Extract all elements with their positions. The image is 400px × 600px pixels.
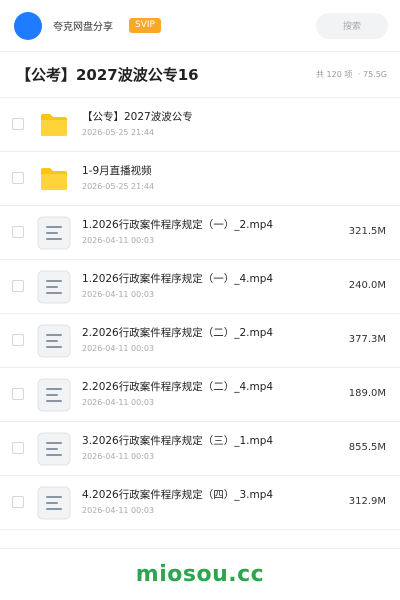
- folder-icon: [40, 111, 68, 139]
- select-checkbox[interactable]: [12, 226, 24, 238]
- file-row[interactable]: 1.2026行政案件程序规定（一）_2.mp4 2026-04-11 00:03 3…: [0, 206, 400, 260]
- folder-summary: 共 120 项 · 75.5G: [316, 69, 387, 80]
- item-name: 1.2026行政案件程序规定（一）_4.mp4: [82, 273, 274, 285]
- item-date: 2026-04-11 00:03: [82, 398, 155, 407]
- item-date: 2026-04-11 00:03: [82, 344, 155, 353]
- item-date: 2026-05-25 21:44: [82, 128, 155, 137]
- item-size: 377.3M: [348, 334, 386, 345]
- total-size: · 75.5G: [357, 70, 387, 79]
- item-info: 2.2026行政案件程序规定（二）_2.mp4 2026-04-11 00:03: [82, 326, 332, 353]
- item-name: 4.2026行政案件程序规定（四）_3.mp4: [82, 489, 274, 501]
- file-row[interactable]: 4.2026行政案件程序规定（四）_3.mp4 2026-04-11 00:03 3…: [0, 476, 400, 530]
- folder-header: 【公考】2027波波公专16 共 120 项 · 75.5G: [0, 52, 400, 98]
- item-name: 2.2026行政案件程序规定（二）_2.mp4: [82, 327, 274, 339]
- file-list: 【公专】2027波波公专 2026-05-25 21:44 1-9月直播视频 2026…: [0, 98, 400, 530]
- avatar[interactable]: [14, 11, 42, 40]
- item-count: 共 120 项: [315, 70, 353, 79]
- watermark: miosou.cc: [135, 562, 265, 587]
- item-name: 1-9月直播视频: [82, 165, 152, 177]
- item-name: 【公专】2027波波公专: [82, 111, 193, 123]
- select-checkbox[interactable]: [12, 118, 24, 130]
- svip-badge: SVIP: [129, 18, 161, 33]
- item-size: 312.9M: [348, 496, 386, 507]
- folder-row[interactable]: 1-9月直播视频 2026-05-25 21:44: [0, 152, 400, 206]
- select-checkbox[interactable]: [12, 334, 24, 346]
- item-info: 3.2026行政案件程序规定（三）_1.mp4 2026-04-11 00:03: [82, 434, 332, 461]
- item-size: 240.0M: [348, 280, 386, 291]
- page-title: 【公考】2027波波公专16: [16, 66, 199, 84]
- video-file-icon: [37, 216, 71, 250]
- item-info: 2.2026行政案件程序规定（二）_4.mp4 2026-04-11 00:03: [82, 380, 332, 407]
- item-name: 1.2026行政案件程序规定（一）_2.mp4: [82, 219, 274, 231]
- search-input[interactable]: 搜索: [316, 12, 388, 39]
- select-checkbox[interactable]: [12, 388, 24, 400]
- sharer-name: 夸克网盘分享: [53, 22, 113, 33]
- footer: miosou.cc: [0, 548, 400, 600]
- file-row[interactable]: 2.2026行政案件程序规定（二）_4.mp4 2026-04-11 00:03 1…: [0, 368, 400, 422]
- search-placeholder: 搜索: [342, 22, 361, 32]
- select-checkbox[interactable]: [12, 172, 24, 184]
- item-size: 189.0M: [348, 388, 386, 399]
- item-info: 1-9月直播视频 2026-05-25 21:44: [82, 164, 332, 191]
- file-row[interactable]: 2.2026行政案件程序规定（二）_2.mp4 2026-04-11 00:03 3…: [0, 314, 400, 368]
- item-name: 3.2026行政案件程序规定（三）_1.mp4: [82, 435, 274, 447]
- item-date: 2026-04-11 00:03: [82, 506, 155, 515]
- item-info: 4.2026行政案件程序规定（四）_3.mp4 2026-04-11 00:03: [82, 488, 332, 515]
- video-file-icon: [37, 324, 71, 358]
- video-file-icon: [37, 270, 71, 304]
- item-date: 2026-05-25 21:44: [82, 182, 155, 191]
- item-info: 1.2026行政案件程序规定（一）_4.mp4 2026-04-11 00:03: [82, 272, 332, 299]
- item-name: 2.2026行政案件程序规定（二）_4.mp4: [82, 381, 274, 393]
- item-info: 1.2026行政案件程序规定（一）_2.mp4 2026-04-11 00:03: [82, 218, 332, 245]
- item-size: 855.5M: [348, 442, 386, 453]
- item-date: 2026-04-11 00:03: [82, 452, 155, 461]
- folder-icon: [40, 165, 68, 193]
- file-row[interactable]: 3.2026行政案件程序规定（三）_1.mp4 2026-04-11 00:03 8…: [0, 422, 400, 476]
- video-file-icon: [37, 432, 71, 466]
- top-bar: 夸克网盘分享 SVIP 搜索: [0, 0, 400, 52]
- item-date: 2026-04-11 00:03: [82, 290, 155, 299]
- file-row[interactable]: 1.2026行政案件程序规定（一）_4.mp4 2026-04-11 00:03 2…: [0, 260, 400, 314]
- item-date: 2026-04-11 00:03: [82, 236, 155, 245]
- video-file-icon: [37, 486, 71, 520]
- item-size: 321.5M: [348, 226, 386, 237]
- select-checkbox[interactable]: [12, 280, 24, 292]
- video-file-icon: [37, 378, 71, 412]
- select-checkbox[interactable]: [12, 496, 24, 508]
- folder-row[interactable]: 【公专】2027波波公专 2026-05-25 21:44: [0, 98, 400, 152]
- select-checkbox[interactable]: [12, 442, 24, 454]
- item-info: 【公专】2027波波公专 2026-05-25 21:44: [82, 110, 332, 137]
